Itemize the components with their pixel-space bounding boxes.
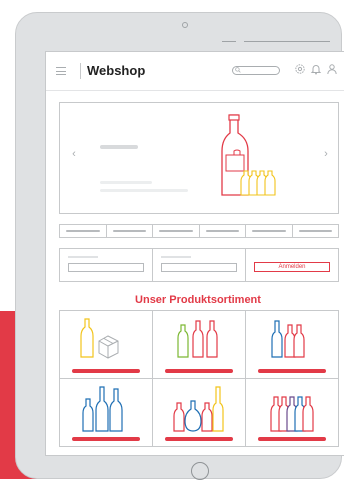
bottle-illustration	[221, 114, 276, 196]
product-card[interactable]	[153, 379, 246, 446]
category-tabs	[59, 224, 339, 238]
product-bar	[258, 437, 326, 441]
site-header: Webshop	[46, 52, 344, 91]
yellow-bottle-box-icon	[80, 318, 119, 359]
blue-red-bottles-icon	[271, 320, 305, 358]
hero-title-placeholder	[100, 145, 138, 149]
login-button[interactable]: Anmelden	[254, 262, 330, 272]
product-bar	[258, 369, 326, 373]
product-card[interactable]	[60, 379, 153, 446]
tablet-frame: Webshop ‹ › Anmelden Unser Produktsortim…	[15, 12, 344, 480]
chevron-right-icon[interactable]: ›	[322, 148, 330, 160]
product-row	[60, 379, 338, 446]
product-card[interactable]	[153, 311, 246, 378]
category-tab[interactable]	[200, 225, 246, 237]
password-label-placeholder	[161, 256, 191, 258]
user-icon[interactable]	[326, 63, 338, 75]
category-tab[interactable]	[60, 225, 107, 237]
bell-icon[interactable]	[310, 63, 322, 75]
gear-icon[interactable]	[294, 63, 306, 75]
multi-bottles-icon	[270, 396, 314, 432]
tab-label-placeholder	[112, 230, 146, 232]
speaker-line	[244, 41, 330, 42]
hero-text-placeholder	[100, 181, 152, 184]
hero-text-placeholder	[100, 189, 188, 192]
product-bar	[165, 369, 233, 373]
category-tab[interactable]	[107, 225, 153, 237]
product-card[interactable]	[60, 311, 153, 378]
tab-label-placeholder	[205, 230, 239, 232]
product-card[interactable]	[246, 379, 338, 446]
site-logo[interactable]: Webshop	[87, 63, 145, 79]
username-field[interactable]	[68, 263, 144, 272]
red-yellow-bottles-icon	[173, 386, 224, 432]
product-card[interactable]	[246, 311, 338, 378]
camera-dot	[182, 22, 188, 28]
username-cell	[60, 249, 153, 281]
login-cell: Anmelden	[246, 249, 338, 281]
header-divider	[80, 63, 81, 79]
category-tab[interactable]	[293, 225, 339, 237]
category-tab[interactable]	[153, 225, 200, 237]
password-cell	[153, 249, 246, 281]
product-row	[60, 311, 338, 379]
chevron-left-icon[interactable]: ‹	[70, 148, 78, 160]
product-bar	[72, 437, 140, 441]
tab-label-placeholder	[66, 230, 100, 232]
search-icon	[235, 67, 241, 73]
search-input[interactable]	[232, 66, 280, 75]
menu-icon[interactable]	[56, 67, 66, 75]
tablet-screen: Webshop ‹ › Anmelden Unser Produktsortim…	[45, 51, 344, 456]
login-form: Anmelden	[59, 248, 339, 282]
product-bar	[72, 369, 140, 373]
product-grid	[59, 310, 339, 447]
tab-label-placeholder	[252, 230, 286, 232]
blue-bottles-icon	[82, 386, 123, 432]
green-red-bottles-icon	[177, 320, 218, 358]
section-title: Unser Produktsortiment	[135, 294, 261, 306]
tab-label-placeholder	[298, 230, 332, 232]
speaker-dash	[222, 41, 236, 42]
username-label-placeholder	[68, 256, 98, 258]
product-bar	[165, 437, 233, 441]
category-tab[interactable]	[246, 225, 293, 237]
home-button[interactable]	[191, 462, 209, 480]
tab-label-placeholder	[159, 230, 193, 232]
password-field[interactable]	[161, 263, 237, 272]
hero-slider: ‹ ›	[59, 102, 339, 214]
